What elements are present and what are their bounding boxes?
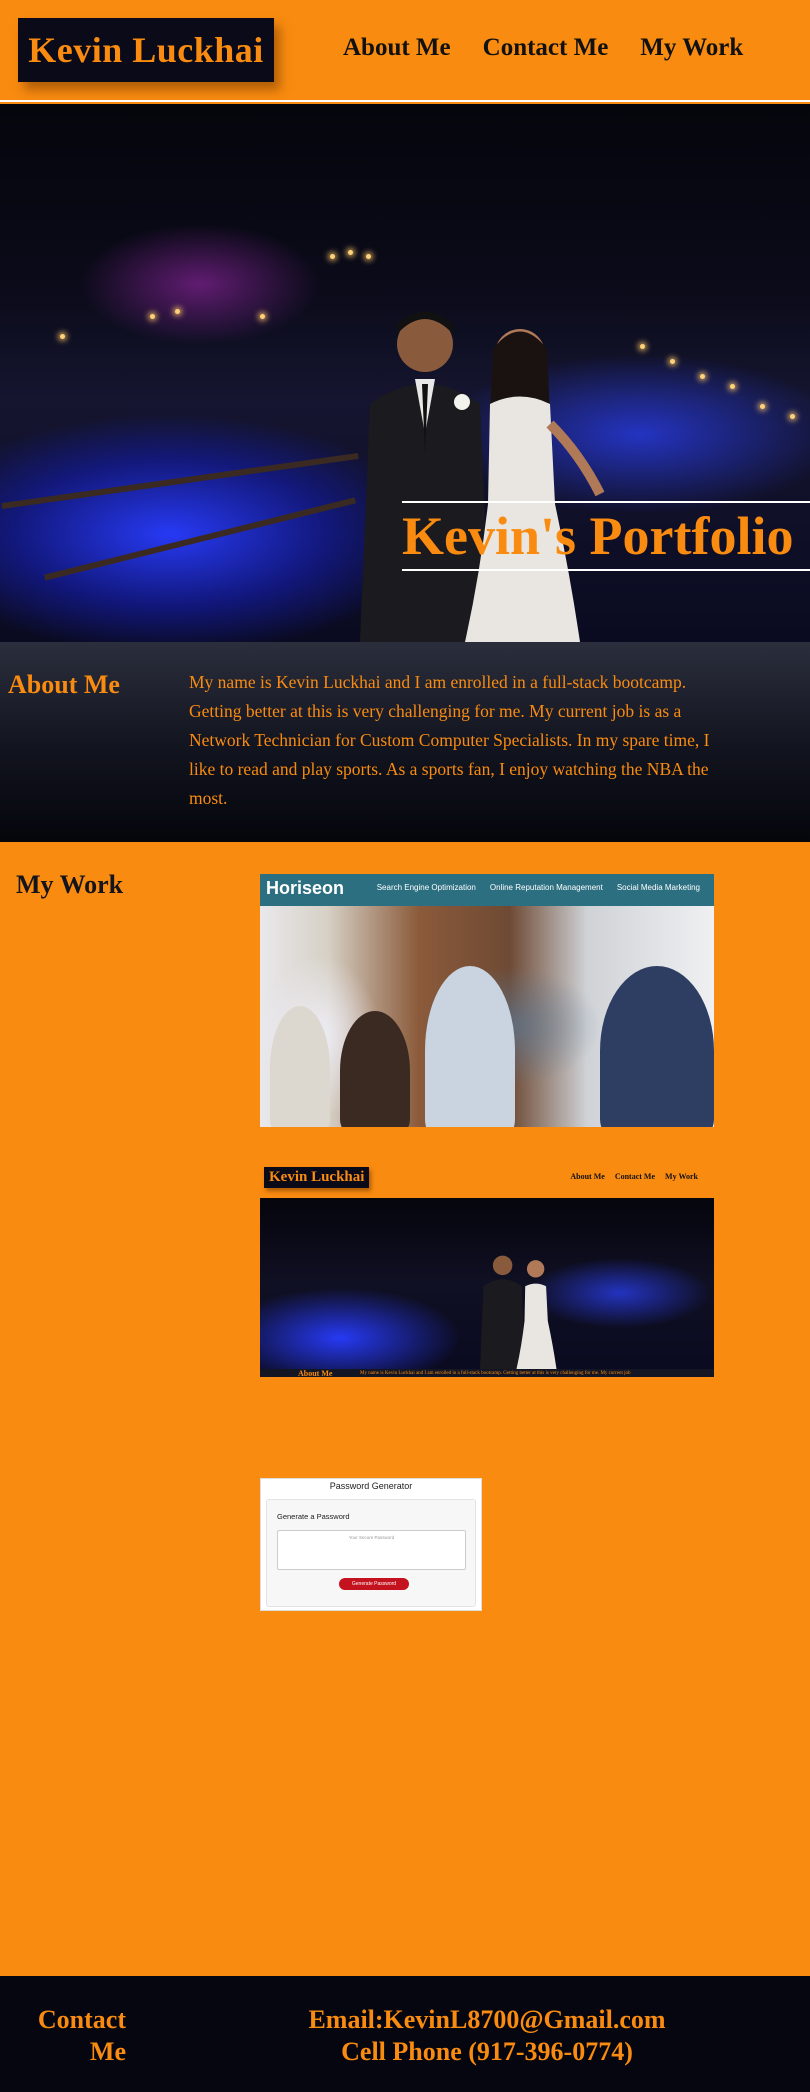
about-section: About Me My name is Kevin Luckhai and I … <box>0 642 810 842</box>
nav-about-me[interactable]: About Me <box>343 34 451 62</box>
hero-title: Kevin's Portfolio <box>402 506 794 566</box>
contact-email[interactable]: Email:KevinL8700@Gmail.com <box>260 2004 714 2036</box>
portfolio-preview-nav-about: About Me <box>570 1172 605 1181</box>
horiseon-header-bar: Horiseon Search Engine Optimization Onli… <box>260 874 714 906</box>
horiseon-nav-orm: Online Reputation Management <box>489 883 603 892</box>
wedding-couple-icon <box>360 311 605 642</box>
contact-details: Email:KevinL8700@Gmail.com Cell Phone (9… <box>260 2004 714 2068</box>
work-heading: My Work <box>16 870 124 899</box>
about-heading: About Me <box>8 670 120 699</box>
project-horiseon-screenshot[interactable]: Horiseon Search Engine Optimization Onli… <box>260 874 714 1127</box>
horiseon-nav-smm: Social Media Marketing <box>616 883 700 892</box>
portfolio-preview-about-text: My name is Kevin Luckhai and I am enroll… <box>360 1371 631 1376</box>
project-portfolio-screenshot[interactable]: Kevin Luckhai About Me Contact Me My Wor… <box>260 1163 714 1377</box>
about-text: My name is Kevin Luckhai and I am enroll… <box>189 672 710 808</box>
portfolio-preview-about-heading: About Me <box>298 1369 333 1377</box>
portfolio-preview-nav: About Me Contact Me My Work <box>570 1172 698 1181</box>
portfolio-preview-nav-contact: Contact Me <box>614 1172 656 1181</box>
project-password-generator-screenshot[interactable]: Password Generator Generate a Password Y… <box>260 1478 482 1611</box>
horiseon-nav: Search Engine Optimization Online Reputa… <box>377 883 700 892</box>
password-output-placeholder: Your Secure Password <box>348 1535 395 1540</box>
contact-heading: Contact Me <box>37 2005 126 2066</box>
hero-railing-lower <box>44 497 356 581</box>
contact-footer: Contact Me Email:KevinL8700@Gmail.com Ce… <box>0 1976 810 2092</box>
hero-banner: Kevin's Portfolio <box>0 104 810 642</box>
portfolio-preview-couple-icon <box>480 1255 557 1369</box>
nav-contact-me[interactable]: Contact Me <box>483 34 609 62</box>
generate-password-button: Generate Password <box>339 1578 409 1590</box>
password-output-field: Your Secure Password <box>277 1530 466 1570</box>
portfolio-preview-logo: Kevin Luckhai <box>264 1167 370 1188</box>
horiseon-logo: Horiseon <box>266 878 345 898</box>
password-generator-card-heading: Generate a Password <box>277 1512 350 1521</box>
contact-phone[interactable]: Cell Phone (917-396-0774) <box>260 2036 714 2068</box>
main-nav: About Me Contact Me My Work <box>343 34 743 62</box>
password-generator-title: Password Generator <box>329 1481 413 1491</box>
horiseon-hero-image <box>260 906 714 1127</box>
portfolio-preview-hero <box>260 1198 714 1369</box>
site-header: Kevin Luckhai About Me Contact Me My Wor… <box>0 0 810 102</box>
nav-my-work[interactable]: My Work <box>640 34 743 62</box>
site-logo[interactable]: Kevin Luckhai <box>18 18 274 82</box>
hero-railing <box>1 452 359 510</box>
password-generator-card: Generate a Password Your Secure Password… <box>266 1499 476 1607</box>
horiseon-nav-seo: Search Engine Optimization <box>376 883 476 892</box>
portfolio-preview-nav-work: My Work <box>665 1172 698 1181</box>
hero-title-frame: Kevin's Portfolio <box>402 501 810 571</box>
